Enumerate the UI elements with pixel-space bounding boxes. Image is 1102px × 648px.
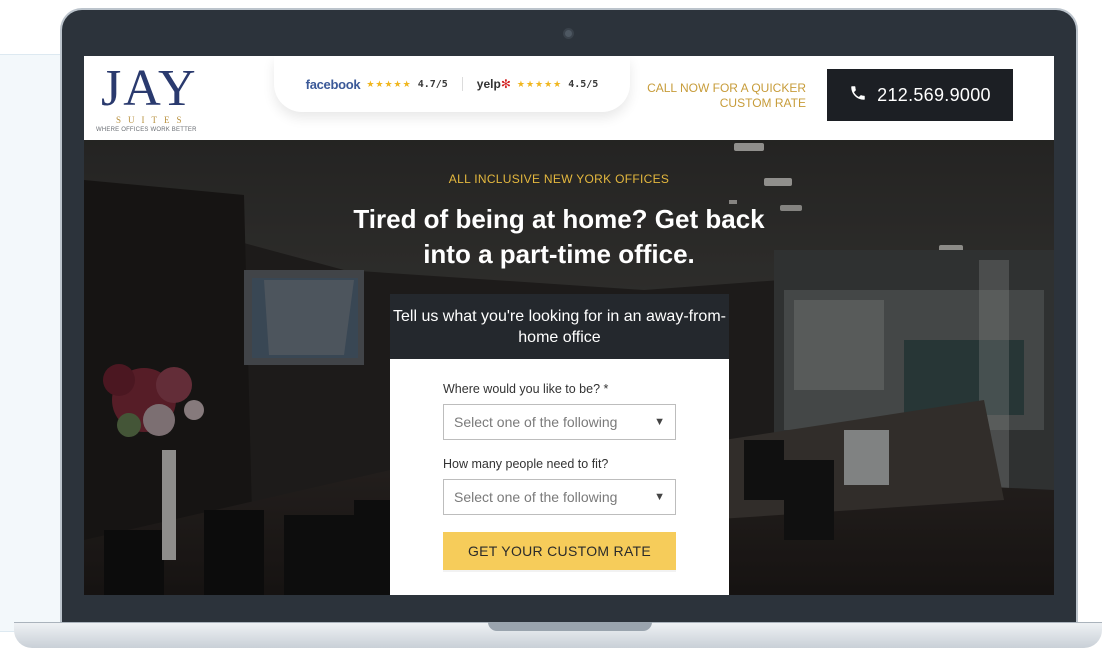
- yelp-score: 4.5/5: [568, 78, 599, 90]
- facebook-rating[interactable]: facebook ★★★★★ 4.7/5: [292, 77, 462, 92]
- yelp-rating[interactable]: yelp✻ ★★★★★ 4.5/5: [461, 77, 613, 91]
- yelp-burst-icon: ✻: [500, 77, 511, 91]
- logo-tagline: WHERE OFFICES WORK BETTER: [96, 127, 197, 133]
- lead-form: Where would you like to be? * Select one…: [390, 359, 729, 595]
- location-select[interactable]: Select one of the following ▼: [443, 404, 676, 440]
- camera-icon: [563, 28, 574, 39]
- star-icon: ★★★★★: [366, 78, 412, 89]
- phone-number: 212.569.9000: [877, 84, 991, 105]
- logo-wordmark: JAY: [101, 60, 198, 117]
- star-icon: ★★★★★: [516, 78, 563, 89]
- ratings-bar: facebook ★★★★★ 4.7/5 yelp✻ ★★★★★ 4.5/5: [274, 56, 630, 112]
- caret-down-icon: ▼: [654, 416, 665, 428]
- hero-headline: Tired of being at home? Get back into a …: [353, 204, 765, 269]
- form-heading: Tell us what you're looking for in an aw…: [390, 294, 729, 359]
- location-select-value: Select one of the following: [454, 414, 618, 430]
- people-label: How many people need to fit?: [443, 457, 609, 471]
- phone-button[interactable]: 212.569.9000: [827, 69, 1013, 121]
- logo-subtitle: SUITES: [116, 115, 189, 125]
- site-header: JAY SUITES WHERE OFFICES WORK BETTER fac…: [84, 56, 1054, 140]
- get-custom-rate-button[interactable]: GET YOUR CUSTOM RATE: [443, 532, 676, 570]
- hero-eyebrow: ALL INCLUSIVE NEW YORK OFFICES: [448, 172, 670, 186]
- jay-suites-logo[interactable]: JAY SUITES WHERE OFFICES WORK BETTER: [96, 62, 206, 134]
- laptop-screen: JAY SUITES WHERE OFFICES WORK BETTER fac…: [84, 56, 1054, 595]
- location-label: Where would you like to be? *: [443, 382, 609, 396]
- facebook-score: 4.7/5: [417, 78, 448, 90]
- caret-down-icon: ▼: [654, 491, 665, 503]
- facebook-logo: facebook: [305, 76, 361, 92]
- yelp-logo-text: yelp: [476, 77, 501, 91]
- yelp-logo: yelp✻: [477, 77, 511, 91]
- people-select[interactable]: Select one of the following ▼: [443, 479, 676, 515]
- call-now-text: CALL NOW FOR A QUICKER CUSTOM RATE: [647, 81, 806, 110]
- people-select-value: Select one of the following: [454, 489, 618, 505]
- laptop-notch: [488, 622, 652, 631]
- phone-icon: [849, 84, 867, 107]
- hero-section: ALL INCLUSIVE NEW YORK OFFICES Tired of …: [84, 140, 1054, 595]
